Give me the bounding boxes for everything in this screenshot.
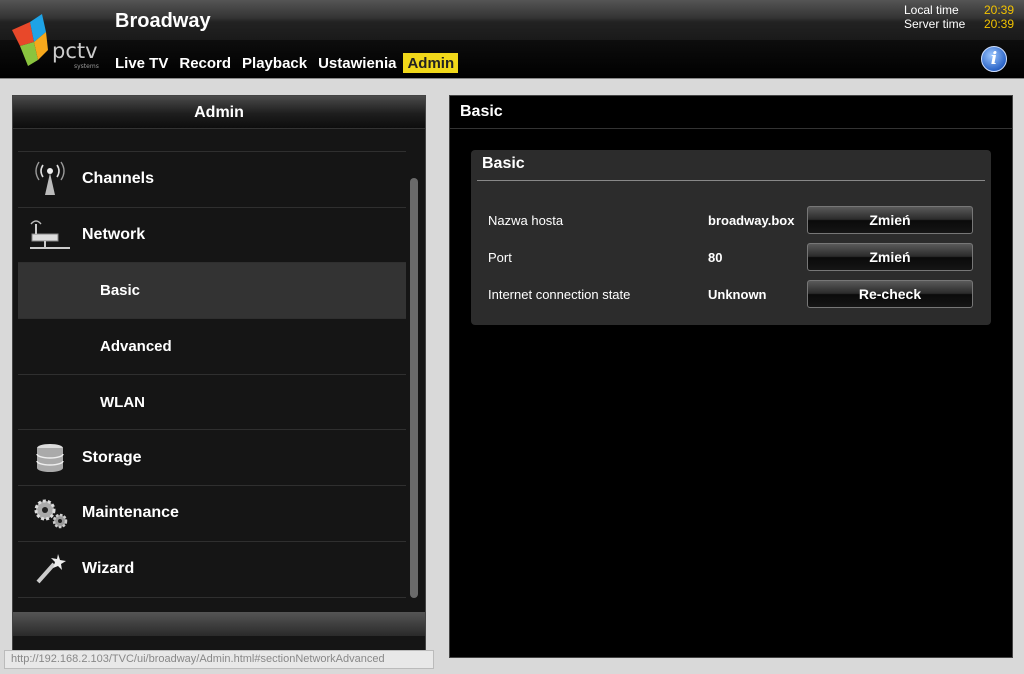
port-value: 80 <box>708 250 723 265</box>
magic-wand-icon <box>18 549 82 589</box>
clock-panel: Local time 20:39 Server time 20:39 <box>904 3 1014 31</box>
admin-menu: Channels Network Basic Advanced WLAN Sto… <box>18 151 406 598</box>
scrollbar-thumb[interactable] <box>410 178 418 598</box>
sidebar-scrollbar[interactable] <box>410 138 418 598</box>
recheck-button[interactable]: Re-check <box>807 280 973 308</box>
sidebar-item-basic[interactable]: Basic <box>18 263 406 320</box>
status-bar-url: http://192.168.2.103/TVC/ui/broadway/Adm… <box>4 650 434 669</box>
admin-sidebar: Admin Channels Network Basic Advanced WL… <box>12 95 426 658</box>
network-icon <box>18 215 82 255</box>
sidebar-title: Admin <box>13 96 425 129</box>
basic-settings-box: Basic Nazwa hosta broadway.box Zmień Por… <box>471 150 991 325</box>
nav-playback[interactable]: Playback <box>238 53 311 73</box>
sidebar-item-label: Channels <box>82 170 155 188</box>
info-icon[interactable]: i <box>981 46 1007 72</box>
hostname-label: Nazwa hosta <box>488 213 564 228</box>
sidebar-item-label: Storage <box>82 448 142 466</box>
nav-record[interactable]: Record <box>175 53 235 73</box>
antenna-icon <box>18 159 82 199</box>
local-time-label: Local time <box>904 3 959 17</box>
logo-subtext: systems <box>74 63 99 70</box>
sidebar-item-channels[interactable]: Channels <box>18 152 406 208</box>
server-time-row: Server time 20:39 <box>904 17 1014 31</box>
internet-state-label: Internet connection state <box>488 287 631 302</box>
nav-ustawienia[interactable]: Ustawienia <box>314 53 400 73</box>
server-time-value: 20:39 <box>983 17 1014 31</box>
port-row: Port 80 Zmień <box>471 243 991 271</box>
app-title: Broadway <box>115 10 211 32</box>
hostname-value: broadway.box <box>708 213 795 228</box>
sidebar-item-wizard[interactable]: Wizard <box>18 542 406 598</box>
sidebar-footer <box>13 612 425 636</box>
sidebar-item-advanced[interactable]: Advanced <box>18 319 406 375</box>
logo-text: pctv <box>52 39 98 63</box>
sidebar-item-label: Maintenance <box>82 504 179 522</box>
port-label: Port <box>488 250 512 265</box>
change-port-button[interactable]: Zmień <box>807 243 973 271</box>
nav-live-tv[interactable]: Live TV <box>111 53 172 73</box>
internet-state-value: Unknown <box>708 287 767 302</box>
page-title: Basic <box>450 96 1012 129</box>
box-title: Basic <box>477 150 985 181</box>
server-time-label: Server time <box>904 17 966 31</box>
local-time-value: 20:39 <box>983 3 1014 17</box>
sidebar-item-wlan[interactable]: WLAN <box>18 375 406 431</box>
pctv-logo: pctv systems <box>8 12 108 72</box>
internet-state-row: Internet connection state Unknown Re-che… <box>471 280 991 308</box>
sidebar-item-label: Wizard <box>82 560 135 578</box>
hostname-row: Nazwa hosta broadway.box Zmień <box>471 206 991 234</box>
nav-admin[interactable]: Admin <box>403 53 459 73</box>
change-hostname-button[interactable]: Zmień <box>807 206 973 234</box>
top-header: pctv systems Broadway Local time 20:39 S… <box>0 0 1024 79</box>
sidebar-item-maintenance[interactable]: Maintenance <box>18 486 406 542</box>
main-nav: Live TV Record Playback Ustawienia Admin <box>111 53 461 73</box>
sidebar-item-label: Network <box>82 226 146 244</box>
content-panel: Basic Basic Nazwa hosta broadway.box Zmi… <box>449 95 1013 658</box>
local-time-row: Local time 20:39 <box>904 3 1014 17</box>
database-icon <box>18 438 82 478</box>
sidebar-item-storage[interactable]: Storage <box>18 430 406 487</box>
gears-icon <box>18 493 82 533</box>
sidebar-item-network[interactable]: Network <box>18 208 406 264</box>
